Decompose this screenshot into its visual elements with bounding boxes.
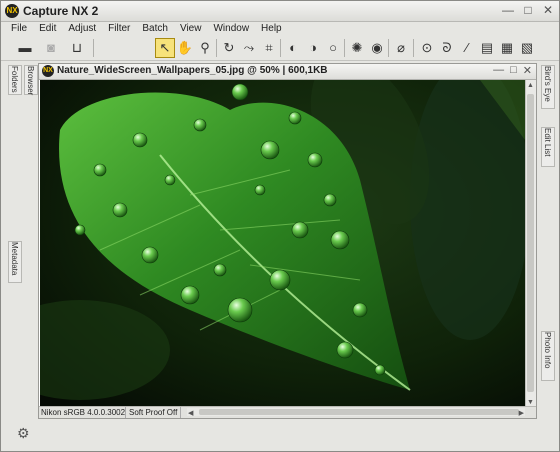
menu-adjust[interactable]: Adjust	[62, 22, 102, 36]
tab-metadata[interactable]: Metadata	[8, 241, 22, 283]
browser-toggle-icon[interactable]: ▬	[15, 38, 35, 58]
tray-icon[interactable]: ⊔	[67, 38, 87, 58]
horizontal-scrollbar[interactable]: ◀ ▶	[187, 408, 525, 419]
tab-photo-info[interactable]: Photo Info	[541, 331, 555, 381]
left-panel: Folders Browser Metadata	[6, 63, 38, 423]
image-canvas[interactable]	[40, 80, 525, 408]
scroll-left-icon[interactable]: ◀	[188, 408, 193, 419]
right-panel: Bird's Eye Edit List Photo Info	[539, 63, 557, 443]
camera-icon[interactable]: ◙	[41, 38, 61, 58]
title-bar: NX Capture NX 2 — □ ✕	[1, 1, 559, 22]
scroll-down-icon[interactable]: ▼	[527, 399, 534, 406]
scroll-right-icon[interactable]: ▶	[519, 408, 524, 419]
menu-batch[interactable]: Batch	[136, 22, 174, 36]
menu-help[interactable]: Help	[255, 22, 288, 36]
doc-close-button[interactable]: ✕	[523, 64, 532, 77]
menu-bar: File Edit Adjust Filter Batch View Windo…	[1, 22, 559, 36]
straighten-icon[interactable]: ⤳	[239, 38, 259, 58]
tab-browser[interactable]: Browser	[24, 65, 38, 95]
selection-icon[interactable]: ▧	[517, 38, 537, 58]
document-title-bar: NX Nature_WideScreen_Wallpapers_05.jpg @…	[39, 64, 536, 80]
red-eye-icon[interactable]: ✺	[347, 38, 367, 58]
tab-folders[interactable]: Folders	[8, 65, 22, 95]
neutral-point-icon[interactable]: ◑	[303, 38, 323, 58]
menu-filter[interactable]: Filter	[102, 22, 136, 36]
zoom-tool-icon[interactable]: ⚲	[195, 38, 215, 58]
document-controls: — □ ✕	[493, 64, 532, 77]
doc-minimize-button[interactable]: —	[493, 64, 504, 77]
toolbar: ▬ ◙ ⊔ ↖ ✋ ⚲ ↻ ⤳ ⌗ ◐ ◑ ○ ✺ ◉ ⌀ ⊙ ᘐ ⁄ ▤ ▦ …	[1, 36, 559, 61]
control-point-icon[interactable]: ⊙	[417, 38, 437, 58]
leaf-photo	[40, 80, 525, 408]
window-controls: — □ ✕	[501, 3, 555, 17]
color-profile: Nikon sRGB 4.0.0.3002	[41, 408, 126, 417]
retouch-brush-icon[interactable]: ⌀	[391, 38, 411, 58]
app-window: NX Capture NX 2 — □ ✕ File Edit Adjust F…	[0, 0, 560, 452]
vertical-scrollbar[interactable]: ▲ ▼	[525, 80, 536, 408]
gear-icon[interactable]: ⚙	[17, 425, 30, 442]
app-logo-icon: NX	[5, 4, 19, 18]
minimize-button[interactable]: —	[501, 3, 515, 17]
direct-select-tool-icon[interactable]: ↖	[155, 38, 175, 58]
rotate-icon[interactable]: ↻	[219, 38, 239, 58]
menu-file[interactable]: File	[1, 22, 33, 36]
black-point-icon[interactable]: ◐	[283, 38, 303, 58]
document-status-bar: Nikon sRGB 4.0.0.3002 Soft Proof Off ◀ ▶	[39, 406, 536, 418]
document-title: Nature_WideScreen_Wallpapers_05.jpg @ 50…	[57, 65, 328, 76]
auto-retouch-icon[interactable]: ◉	[367, 38, 387, 58]
hand-tool-icon[interactable]: ✋	[175, 38, 195, 58]
horizontal-scroll-thumb[interactable]	[199, 409, 519, 415]
gradient-icon[interactable]: ▤	[477, 38, 497, 58]
crop-icon[interactable]: ⌗	[259, 38, 279, 58]
restore-button[interactable]: □	[521, 3, 535, 17]
document-logo-icon: NX	[42, 65, 54, 77]
doc-restore-button[interactable]: □	[510, 64, 517, 77]
menu-edit[interactable]: Edit	[33, 22, 62, 36]
menu-view[interactable]: View	[174, 22, 208, 36]
app-title: Capture NX 2	[23, 4, 99, 18]
lasso-icon[interactable]: ᘐ	[437, 38, 457, 58]
fill-remove-icon[interactable]: ▦	[497, 38, 517, 58]
scroll-up-icon[interactable]: ▲	[527, 82, 534, 89]
white-point-icon[interactable]: ○	[323, 38, 343, 58]
document-window: NX Nature_WideScreen_Wallpapers_05.jpg @…	[38, 63, 537, 419]
vertical-scroll-thumb[interactable]	[527, 94, 534, 392]
menu-window[interactable]: Window	[207, 22, 255, 36]
tab-edit-list[interactable]: Edit List	[541, 127, 555, 167]
selection-brush-icon[interactable]: ⁄	[457, 38, 477, 58]
tab-birds-eye[interactable]: Bird's Eye	[541, 65, 555, 109]
soft-proof-toggle[interactable]: Soft Proof Off	[125, 407, 182, 418]
close-button[interactable]: ✕	[541, 3, 555, 17]
